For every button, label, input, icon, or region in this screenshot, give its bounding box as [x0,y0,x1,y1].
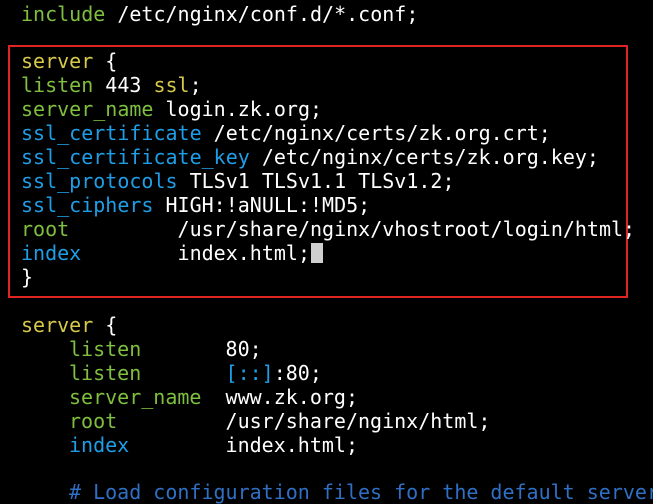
keyword: server [21,49,94,73]
brace: { [93,49,118,73]
value: /etc/nginx/conf.d/*.conf; [105,2,419,26]
index2-line: index index.html; [69,433,358,457]
keyword: server [21,313,94,337]
keyword: root [21,217,70,241]
value: www.zk.org; [201,385,358,409]
value: :80; [273,361,322,385]
listen2a-line: listen 80; [69,337,262,361]
value: TLSv1 TLSv1.1 TLSv1.2; [177,169,455,193]
value: index.html; [81,241,310,265]
server-block-close: } [21,265,33,289]
keyword: index [69,433,130,457]
value: 80; [141,337,262,361]
ssl-certificate-key-line: ssl_certificate_key /etc/nginx/certs/zk.… [21,145,599,169]
index-line: index index.html; [21,241,323,265]
server-name2-line: server_name www.zk.org; [69,385,358,409]
ipv6-bracket: [::] [225,361,274,385]
keyword: listen [69,337,142,361]
text-cursor[interactable] [311,242,323,263]
ssl-protocols-line: ssl_protocols TLSv1 TLSv1.1 TLSv1.2; [21,169,455,193]
keyword: ssl_certificate_key [21,145,250,169]
keyword: ssl_ciphers [21,193,154,217]
ssl-ciphers-line: ssl_ciphers HIGH:!aNULL:!MD5; [21,193,370,217]
brace: { [93,313,118,337]
comment-line: # Load configuration files for the defau… [69,480,653,504]
ssl-certificate-line: ssl_certificate /etc/nginx/certs/zk.org.… [21,121,551,145]
pad [141,361,225,385]
server-block-open: server { [21,49,117,73]
value: login.zk.org; [153,97,323,121]
server-name-line: server_name login.zk.org; [21,97,322,121]
port: 443 [93,73,154,97]
keyword: listen [21,73,94,97]
root-line: root /usr/share/nginx/vhostroot/login/ht… [21,217,635,241]
keyword: ssl_protocols [21,169,178,193]
value: /usr/share/nginx/vhostroot/login/html; [69,217,636,241]
value: HIGH:!aNULL:!MD5; [153,193,371,217]
keyword: server_name [69,385,202,409]
value: /etc/nginx/certs/zk.org.crt; [201,121,551,145]
keyword: index [21,241,82,265]
server2-block-open: server { [21,313,117,337]
value: index.html; [129,433,358,457]
keyword: listen [69,361,142,385]
keyword: include [21,2,106,26]
include-line: include /etc/nginx/conf.d/*.conf; [21,2,418,26]
listen2b-line: listen [::]:80; [69,361,322,385]
keyword: ssl_certificate [21,121,202,145]
semicolon: ; [189,73,202,97]
listen-line: listen 443 ssl; [21,73,202,97]
value: /usr/share/nginx/html; [117,409,491,433]
brace: } [21,265,34,289]
ssl-flag: ssl [153,73,190,97]
root2-line: root /usr/share/nginx/html; [69,409,490,433]
keyword: server_name [21,97,154,121]
value: /etc/nginx/certs/zk.org.key; [249,145,599,169]
keyword: root [69,409,118,433]
